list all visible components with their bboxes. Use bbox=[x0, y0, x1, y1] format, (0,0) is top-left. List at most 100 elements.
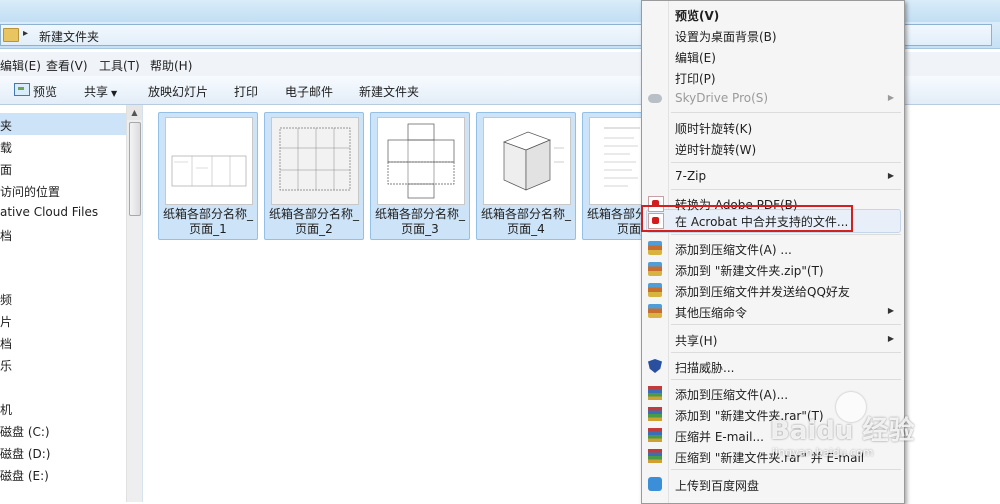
menu-label: 其他压缩命令 bbox=[675, 306, 748, 320]
nav-item[interactable]: ative Cloud Files bbox=[0, 205, 98, 219]
file-name-line1: 纸箱各部分名称_ bbox=[480, 207, 571, 221]
scroll-thumb[interactable] bbox=[129, 122, 141, 216]
menu-label: 预览(V) bbox=[675, 9, 720, 23]
menu-label: 逆时针旋转(W) bbox=[675, 143, 757, 157]
menu-label: SkyDrive Pro(S) bbox=[675, 91, 769, 105]
email-button[interactable]: 电子邮件 bbox=[285, 83, 333, 100]
file-thumbnail bbox=[377, 117, 465, 205]
menu-item-set-wallpaper[interactable]: 设置为桌面背景(B) bbox=[642, 25, 904, 46]
menu-label: 上传到百度网盘 bbox=[675, 479, 760, 493]
menu-separator bbox=[671, 379, 901, 380]
preview-button[interactable]: 预览 bbox=[33, 83, 57, 100]
nav-item[interactable]: 机 bbox=[0, 401, 12, 418]
nav-item-drive-e[interactable]: 磁盘 (E:) bbox=[0, 467, 49, 484]
menu-label: 7-Zip bbox=[675, 169, 707, 183]
nav-scrollbar[interactable]: ▲ bbox=[126, 105, 142, 502]
submenu-arrow-icon: ▶ bbox=[887, 171, 894, 180]
menu-view[interactable]: 查看(V) bbox=[46, 57, 88, 74]
menu-item-7zip[interactable]: 7-Zip ▶ bbox=[642, 166, 904, 187]
page-thumbnail-icon bbox=[503, 131, 564, 191]
menu-label: 共享(H) bbox=[675, 334, 718, 348]
file-name-line1: 纸箱各部分名称_ bbox=[162, 207, 253, 221]
winrar-icon bbox=[648, 386, 662, 400]
new-folder-button[interactable]: 新建文件夹 bbox=[359, 83, 419, 100]
baidu-cloud-icon bbox=[648, 477, 662, 491]
nav-item[interactable]: 乐 bbox=[0, 357, 12, 374]
folder-icon bbox=[3, 28, 19, 42]
nav-selection bbox=[0, 113, 126, 135]
chevron-right-icon[interactable]: ▸ bbox=[23, 28, 28, 39]
menu-item-preview[interactable]: 预览(V) bbox=[642, 4, 904, 25]
file-name-line1: 纸箱各部分名称_ bbox=[374, 207, 465, 221]
nav-item-drive-c[interactable]: 磁盘 (C:) bbox=[0, 423, 50, 440]
watermark: Baidu 经验 jingyan.baidu.com bbox=[742, 392, 982, 472]
menu-tools[interactable]: 工具(T) bbox=[99, 57, 140, 74]
preview-icon bbox=[14, 83, 30, 96]
scroll-up-icon[interactable]: ▲ bbox=[127, 105, 142, 120]
menu-separator bbox=[671, 234, 901, 235]
share-button[interactable]: 共享 ▼ bbox=[84, 83, 117, 100]
page-thumbnail-icon bbox=[387, 123, 455, 199]
file-name: 纸箱各部分名称_ 页面_4 bbox=[477, 207, 575, 237]
slideshow-button[interactable]: 放映幻灯片 bbox=[148, 83, 208, 100]
menu-separator bbox=[671, 189, 901, 190]
menu-item-skydrive: SkyDrive Pro(S) ▶ bbox=[642, 88, 904, 109]
file-name: 纸箱各部分名称_ 页面_1 bbox=[159, 207, 257, 237]
file-name-line2: 页面_1 bbox=[189, 222, 227, 236]
nav-item[interactable]: 访问的位置 bbox=[0, 183, 60, 200]
winrar-icon bbox=[648, 407, 662, 421]
menu-label: 添加到压缩文件(A) ... bbox=[675, 243, 792, 257]
file-name: 纸箱各部分名称_ 页面_3 bbox=[371, 207, 469, 237]
file-name-line1: 纸箱各部分名称_ bbox=[268, 207, 359, 221]
file-tile[interactable]: 纸箱各部分名称_ 页面_4 bbox=[476, 112, 576, 240]
page-thumbnail-icon bbox=[279, 127, 351, 191]
menu-item-share[interactable]: 共享(H) ▶ bbox=[642, 329, 904, 350]
winrar-icon bbox=[648, 428, 662, 442]
menu-item-rotate-ccw[interactable]: 逆时针旋转(W) bbox=[642, 138, 904, 159]
zip-icon bbox=[648, 241, 662, 255]
nav-item-drive-d[interactable]: 磁盘 (D:) bbox=[0, 445, 50, 462]
nav-item[interactable]: 夹 bbox=[0, 117, 12, 134]
menu-separator bbox=[671, 112, 901, 113]
file-tile[interactable]: 纸箱各部分名称_ 页面_2 bbox=[264, 112, 364, 240]
menu-item-print[interactable]: 打印(P) bbox=[642, 67, 904, 88]
menu-help[interactable]: 帮助(H) bbox=[150, 57, 192, 74]
nav-item[interactable]: 档 bbox=[0, 227, 12, 244]
menu-item-add-zip[interactable]: 添加到 "新建文件夹.zip"(T) bbox=[642, 259, 904, 280]
menu-separator bbox=[671, 324, 901, 325]
nav-item[interactable]: 频 bbox=[0, 291, 12, 308]
menu-edit[interactable]: 编辑(E) bbox=[0, 57, 41, 74]
menu-item-zip-send-qq[interactable]: 添加到压缩文件并发送给QQ好友 bbox=[642, 280, 904, 301]
nav-item[interactable]: 片 bbox=[0, 313, 12, 330]
menu-item-add-archive[interactable]: 添加到压缩文件(A) ... bbox=[642, 238, 904, 259]
zip-icon bbox=[648, 283, 662, 297]
share-label: 共享 bbox=[84, 85, 109, 99]
menu-item-rotate-cw[interactable]: 顺时针旋转(K) bbox=[642, 117, 904, 138]
address-path[interactable]: 新建文件夹 bbox=[39, 28, 99, 45]
menu-label: 设置为桌面背景(B) bbox=[675, 30, 777, 44]
menu-label: 编辑(E) bbox=[675, 51, 716, 65]
nav-item[interactable]: 载 bbox=[0, 139, 12, 156]
print-button[interactable]: 打印 bbox=[234, 83, 258, 100]
file-tile[interactable]: 纸箱各部分名称_ 页面_1 bbox=[158, 112, 258, 240]
zip-icon bbox=[648, 304, 662, 318]
menu-label: 打印(P) bbox=[675, 72, 716, 86]
file-name-line2: 页面_4 bbox=[507, 222, 545, 236]
file-thumbnail bbox=[271, 117, 359, 205]
submenu-arrow-icon: ▶ bbox=[887, 334, 894, 343]
menu-item-other-compress[interactable]: 其他压缩命令 ▶ bbox=[642, 301, 904, 322]
nav-item[interactable]: 档 bbox=[0, 335, 12, 352]
submenu-arrow-icon: ▶ bbox=[887, 306, 894, 315]
file-tile[interactable]: 纸箱各部分名称_ 页面_3 bbox=[370, 112, 470, 240]
menu-item-baidu-upload[interactable]: 上传到百度网盘 bbox=[642, 474, 904, 495]
menu-item-scan-threats[interactable]: 扫描威胁... bbox=[642, 356, 904, 377]
file-name-line2: 页面_2 bbox=[295, 222, 333, 236]
shield-icon bbox=[648, 359, 662, 373]
menu-item-edit[interactable]: 编辑(E) bbox=[642, 46, 904, 67]
annotation-highlight-box bbox=[641, 205, 853, 232]
nav-item[interactable]: 面 bbox=[0, 161, 12, 178]
menu-label: 顺时针旋转(K) bbox=[675, 122, 753, 136]
menu-label: 添加到 "新建文件夹.zip"(T) bbox=[675, 264, 824, 278]
chevron-down-icon: ▼ bbox=[111, 89, 118, 98]
navigation-pane: 夹 载 面 访问的位置 ative Cloud Files 档 频 片 档 乐 … bbox=[0, 105, 143, 502]
